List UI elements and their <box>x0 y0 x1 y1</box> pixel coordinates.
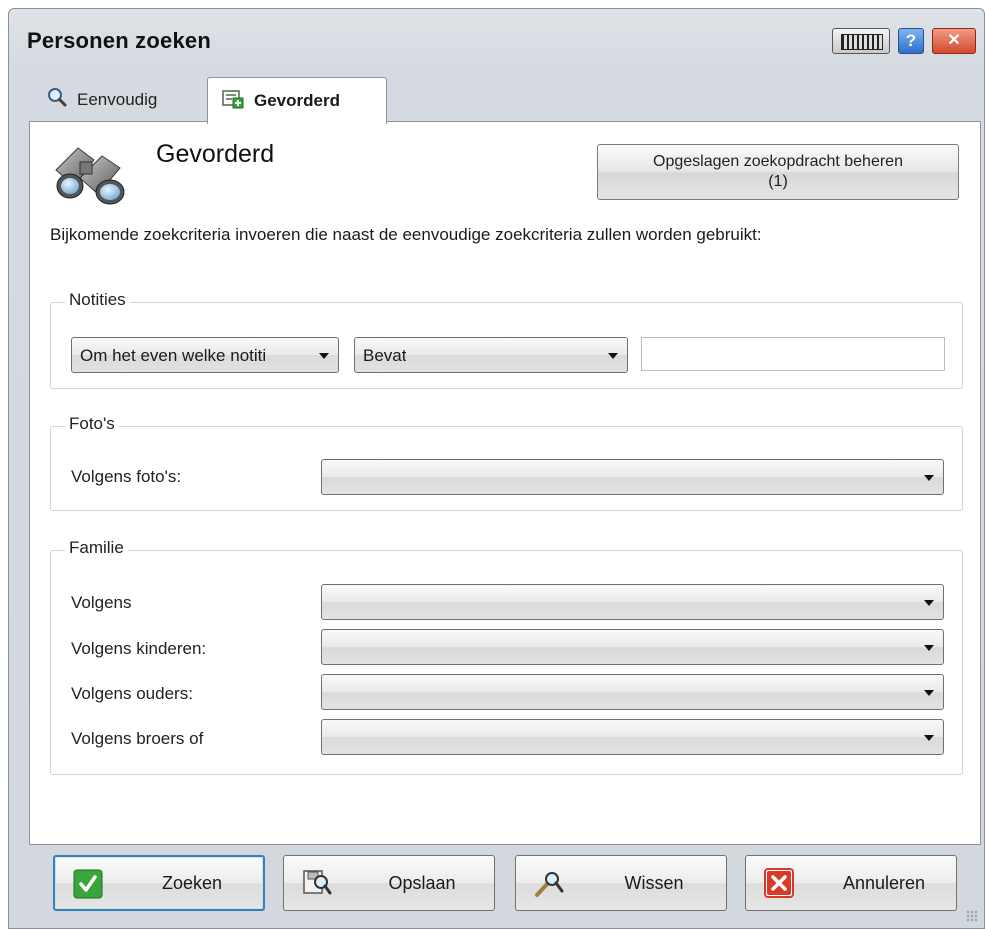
by-parents-label: Volgens ouders: <box>71 684 193 703</box>
tab-advanced-label: Gevorderd <box>254 91 340 110</box>
family-group: Familie Volgens Volgens kinderen: Volgen… <box>50 538 963 775</box>
note-text-input[interactable] <box>641 337 945 371</box>
notes-legend: Notities <box>65 290 130 310</box>
chevron-down-icon <box>319 353 329 359</box>
clear-button[interactable]: Wissen <box>515 855 727 911</box>
save-search-icon <box>302 868 332 898</box>
search-button-label: Zoeken <box>161 872 223 893</box>
magnifier-icon <box>47 87 67 112</box>
family-by-label: Volgens <box>71 593 132 612</box>
cancel-x-icon <box>764 868 794 898</box>
chevron-down-icon <box>924 645 934 651</box>
help-button[interactable]: ? <box>898 28 924 54</box>
tab-advanced[interactable]: Gevorderd <box>207 77 387 124</box>
chevron-down-icon <box>924 690 934 696</box>
manage-saved-searches-button[interactable]: Opgeslagen zoekopdracht beheren (1) <box>597 144 959 200</box>
by-children-label: Volgens kinderen: <box>71 639 207 658</box>
title-bar: Personen zoeken ? ✕ <box>9 9 984 71</box>
notes-group: Notities Om het even welke notiti Bevat <box>50 290 963 389</box>
by-siblings-label: Volgens broers of <box>71 729 204 748</box>
note-operator-value: Bevat <box>363 346 407 365</box>
manage-saved-searches-label: Opgeslagen zoekopdracht beheren <box>653 153 903 170</box>
by-photos-dropdown[interactable] <box>321 459 944 495</box>
tab-simple[interactable]: Eenvoudig <box>29 77 207 122</box>
chevron-down-icon <box>924 475 934 481</box>
chevron-down-icon <box>924 735 934 741</box>
note-type-dropdown[interactable]: Om het even welke notiti <box>71 337 339 373</box>
clear-search-icon <box>534 868 564 898</box>
by-photos-label: Volgens foto's: <box>71 467 182 486</box>
checkmark-icon <box>73 869 103 899</box>
window-title: Personen zoeken <box>27 28 211 53</box>
photos-group: Foto's Volgens foto's: <box>50 414 963 511</box>
chevron-down-icon <box>608 353 618 359</box>
resize-grip[interactable] <box>966 910 978 922</box>
dialog-window: Personen zoeken ? ✕ Eenvoudig Gevorderd <box>8 8 985 929</box>
close-button[interactable]: ✕ <box>932 28 976 54</box>
page-title: Gevorderd <box>156 140 275 168</box>
cancel-button-label: Annuleren <box>842 872 926 893</box>
advanced-search-icon <box>222 89 244 114</box>
by-children-dropdown[interactable] <box>321 629 944 665</box>
chevron-down-icon <box>924 600 934 606</box>
save-button-label: Opslaan <box>388 872 456 893</box>
family-legend: Familie <box>65 538 128 558</box>
save-button[interactable]: Opslaan <box>283 855 495 911</box>
note-type-value: Om het even welke notiti <box>80 346 267 365</box>
note-operator-dropdown[interactable]: Bevat <box>354 337 628 373</box>
search-button[interactable]: Zoeken <box>53 855 265 911</box>
advanced-panel: Gevorderd Opgeslagen zoekopdracht behere… <box>29 121 981 845</box>
saved-searches-count: (1) <box>768 173 788 190</box>
photos-legend: Foto's <box>65 414 119 434</box>
binoculars-icon <box>50 140 134 206</box>
tab-simple-label: Eenvoudig <box>77 89 158 109</box>
keyboard-button[interactable] <box>832 28 890 54</box>
description-text: Bijkomende zoekcriteria invoeren die naa… <box>50 225 762 244</box>
keyboard-icon <box>841 34 883 50</box>
cancel-button[interactable]: Annuleren <box>745 855 957 911</box>
family-by-dropdown[interactable] <box>321 584 944 620</box>
by-siblings-dropdown[interactable] <box>321 719 944 755</box>
by-parents-dropdown[interactable] <box>321 674 944 710</box>
clear-button-label: Wissen <box>624 872 684 893</box>
